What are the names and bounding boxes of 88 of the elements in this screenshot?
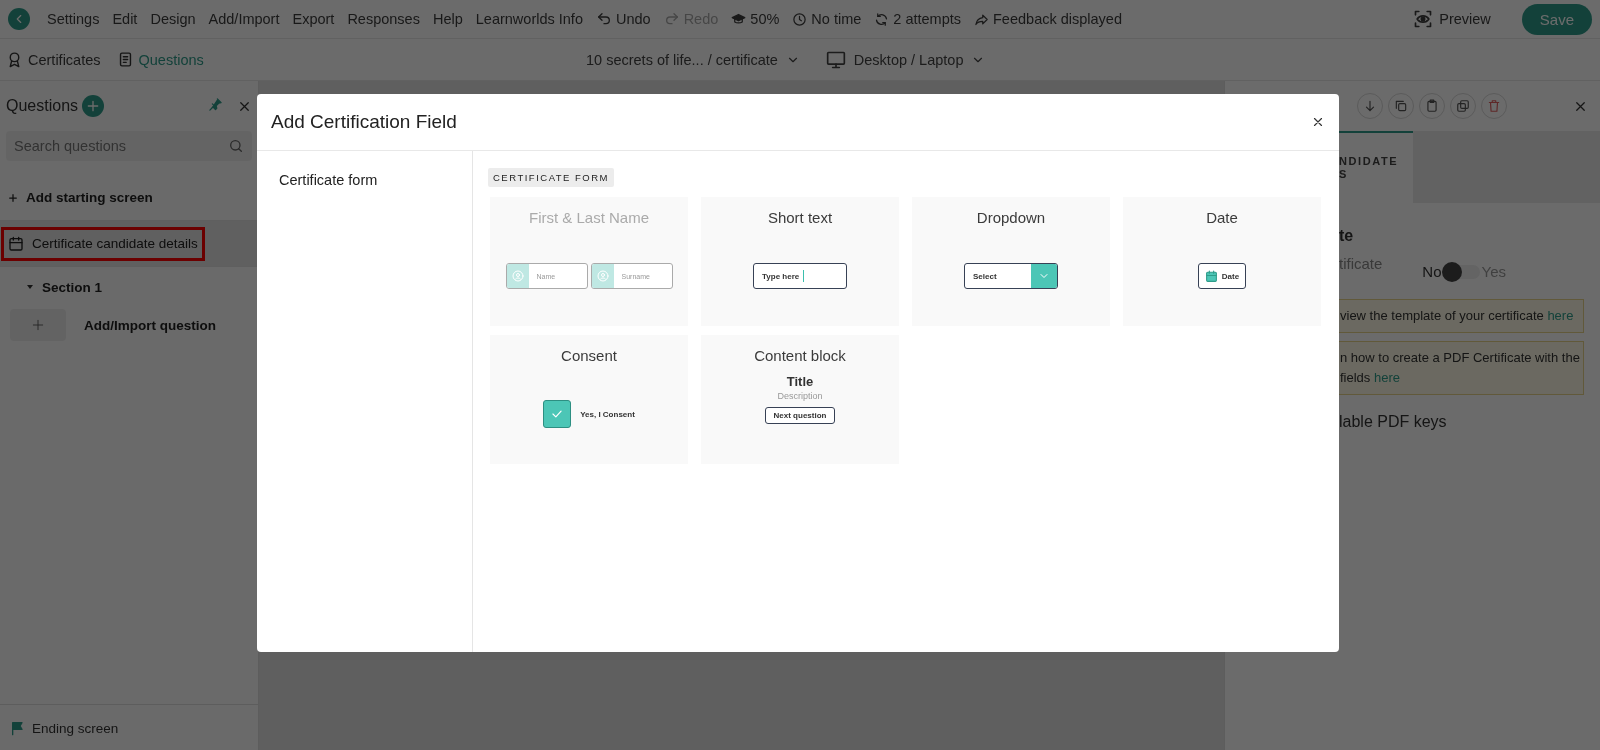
ending-screen-item[interactable]: Ending screen: [32, 720, 119, 736]
card-title: Dropdown: [976, 209, 1046, 226]
preview-button[interactable]: Preview: [1407, 8, 1497, 30]
course-path-dropdown[interactable]: 10 secrets of life... / certificate: [586, 51, 800, 68]
graduation-cap-icon: [731, 11, 747, 27]
view-tab[interactable]: Certificates: [6, 51, 101, 68]
device-dropdown[interactable]: Desktop / Laptop: [825, 49, 986, 70]
copy-icon: [1456, 99, 1470, 113]
person-icon: [511, 270, 524, 282]
dialog-title: Add Certification Field: [271, 111, 458, 133]
section-title: Section 1: [42, 279, 103, 295]
add-button[interactable]: [82, 95, 105, 117]
sidebar-title: Questions: [6, 97, 79, 115]
menu-item[interactable]: Edit: [112, 11, 138, 27]
card-title: First & Last Name: [529, 209, 649, 226]
menu-item[interactable]: Learnworlds Info: [475, 11, 583, 27]
calendar-icon: [1204, 269, 1218, 283]
refresh-icon: [874, 11, 890, 27]
menu-item[interactable]: Add/Import: [208, 11, 280, 27]
plus-icon: [31, 318, 45, 332]
section-label: CERTIFICATE FORM: [488, 168, 614, 187]
flag-icon: [10, 720, 26, 736]
menu-item[interactable]: Export: [292, 11, 335, 27]
setting-text: No time: [811, 11, 862, 27]
save-button[interactable]: Save: [1521, 3, 1592, 35]
consent-text: Yes, I Consent: [580, 409, 635, 419]
person-icon: [596, 270, 609, 282]
toggle-label: No: [1422, 263, 1442, 280]
sample-dropdown-text: Select: [972, 271, 998, 281]
sample-field-text: Date: [1221, 271, 1240, 281]
card-title: Content block: [754, 347, 846, 364]
field-type-card[interactable]: Dropdown Select: [912, 197, 1110, 326]
field-type-card[interactable]: Content block Title Description Next question: [701, 335, 899, 464]
sample-field-text: Type here: [762, 271, 800, 281]
undo-button[interactable]: Undo: [595, 11, 651, 27]
card-title: Consent: [561, 347, 617, 364]
field-type-card[interactable]: Short text Type here: [701, 197, 899, 326]
back-button[interactable]: [8, 8, 30, 30]
sample-next-button: Next question: [764, 407, 836, 424]
close-button[interactable]: [1311, 115, 1325, 129]
setting-text: 50%: [750, 11, 780, 27]
field-type-card[interactable]: Consent Yes, I Consent: [490, 335, 688, 464]
menu-item[interactable]: Settings: [47, 11, 100, 27]
close-icon: [1311, 115, 1325, 129]
sample-title: Title: [786, 374, 814, 389]
question-title: Certificate candidate details: [32, 236, 198, 251]
category-item[interactable]: Certificate form: [279, 172, 378, 188]
delete-button[interactable]: [1481, 93, 1507, 119]
here-link[interactable]: here: [1374, 370, 1400, 385]
pin-icon: [208, 96, 223, 112]
copy-button[interactable]: [1450, 93, 1476, 119]
notice-text: view the template of your certificate here: [1340, 307, 1575, 325]
notice-text: fields here: [1340, 369, 1401, 387]
section-item[interactable]: Section 1: [0, 267, 258, 307]
toggle-switch[interactable]: [1443, 264, 1480, 279]
redo-icon: [663, 11, 680, 27]
question-item[interactable]: Certificate candidate details: [0, 221, 258, 267]
card-title: Short text: [767, 209, 833, 226]
eye-icon: [1413, 9, 1434, 29]
clock-icon: [792, 11, 808, 27]
clipboard-icon: [1425, 99, 1439, 113]
card-title: Date: [1206, 209, 1238, 226]
menu-item[interactable]: Responses: [347, 11, 420, 27]
duplicate-button[interactable]: [1388, 93, 1414, 119]
calendar-icon: [8, 235, 24, 252]
plus-icon: [8, 192, 18, 203]
move-down-button[interactable]: [1357, 93, 1383, 119]
undo-icon: [595, 11, 612, 27]
notice-text: n how to create a PDF Certificate with the: [1340, 349, 1581, 367]
text-cursor-icon: [803, 270, 805, 282]
copy-icon: [1394, 99, 1408, 113]
section-heading: te: [1339, 227, 1355, 245]
sample-description: Description: [777, 391, 823, 401]
menu-item[interactable]: Help: [432, 11, 463, 27]
search-icon: [228, 138, 244, 154]
monitor-icon: [825, 49, 846, 70]
paste-button[interactable]: [1419, 93, 1445, 119]
setting-text: Feedback displayed: [993, 11, 1122, 27]
arrow-down-icon: [1363, 99, 1377, 113]
add-question-button[interactable]: Add/Import question: [0, 307, 258, 343]
trash-icon: [1487, 99, 1501, 113]
field-type-card[interactable]: Date Date: [1123, 197, 1321, 326]
view-tab[interactable]: Questions: [116, 51, 204, 68]
caret-icon: [26, 283, 34, 291]
menu-item[interactable]: Design: [150, 11, 196, 27]
here-link[interactable]: here: [1547, 308, 1574, 323]
section-heading: lable PDF keys: [1339, 413, 1448, 431]
setting-text: 2 attempts: [893, 11, 961, 27]
